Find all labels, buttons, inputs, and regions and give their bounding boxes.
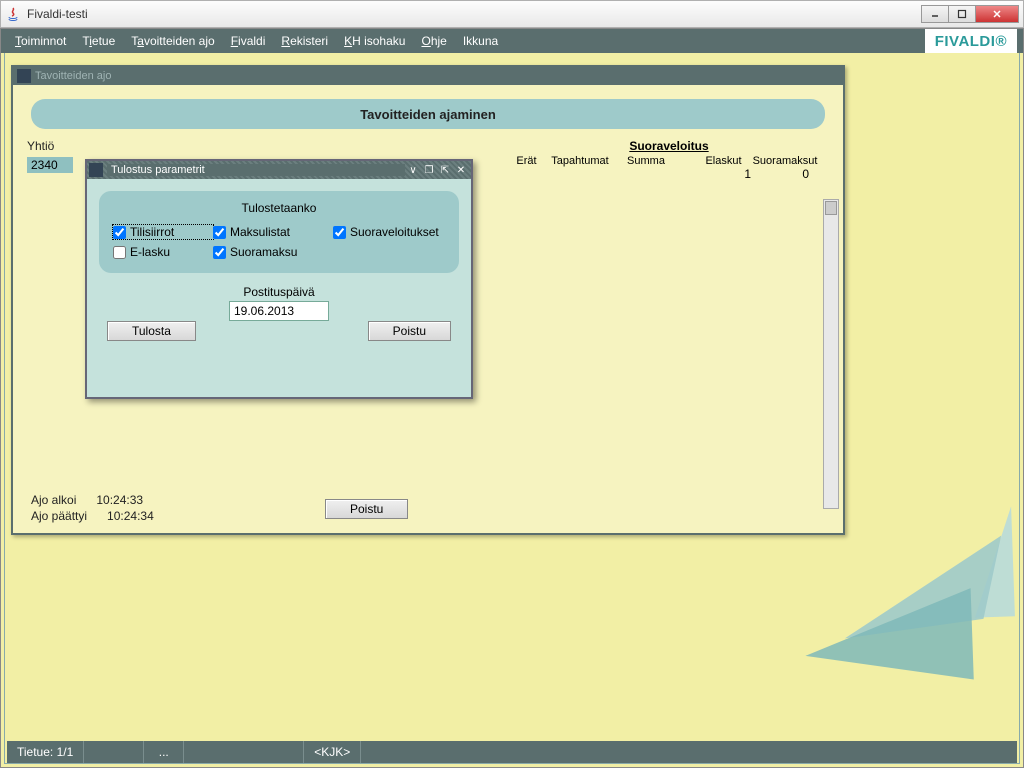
status-cell (361, 741, 1017, 763)
suoraveloitus-row: 1 0 (509, 167, 829, 181)
close-button[interactable] (975, 5, 1019, 23)
checkbox-tilisiirrot[interactable]: Tilisiirrot (113, 225, 213, 239)
minimize-button[interactable] (921, 5, 949, 23)
java-icon (5, 6, 21, 22)
mdi-titlebar[interactable]: Tavoitteiden ajo (13, 67, 843, 85)
dialog-close-icon[interactable]: ✕ (453, 163, 469, 177)
menu-ikkuna[interactable]: Ikkuna (455, 29, 506, 53)
checkbox-suoramaksu[interactable]: Suoramaksu (213, 245, 333, 259)
status-cell (84, 741, 144, 763)
mdi-title-text: Tavoitteiden ajo (35, 70, 111, 82)
status-tietue: Tietue: 1/1 (7, 741, 84, 763)
dialog-poistu-button[interactable]: Poistu (368, 321, 451, 341)
poistu-button[interactable]: Poistu (325, 499, 408, 519)
status-cell (184, 741, 304, 763)
window-title: Fivaldi-testi (27, 7, 922, 21)
suoraveloitus-title: Suoraveloitus (509, 139, 829, 153)
status-dots[interactable]: ... (144, 741, 184, 763)
dialog-title-text: Tulostus parametrit (107, 164, 405, 176)
menu-tietue[interactable]: Tietue (74, 29, 123, 53)
panel-title: Tulostetaanko (113, 201, 445, 215)
suoraveloitus-headers: Erät Tapahtumat Summa Elaskut Suoramaksu… (509, 155, 829, 167)
checkbox-suoraveloitukset[interactable]: Suoraveloitukset (333, 225, 463, 239)
window-controls (922, 5, 1019, 23)
dialog-restore-icon[interactable]: ⇱ (437, 163, 453, 177)
yhtio-label: Yhtiö (27, 139, 87, 153)
window-icon (89, 163, 103, 177)
tulosta-button[interactable]: Tulosta (107, 321, 196, 341)
checkbox-elasku[interactable]: E-lasku (113, 245, 213, 259)
page-header: Tavoitteiden ajaminen (31, 99, 825, 129)
statusbar: Tietue: 1/1 ... <KJK> (7, 741, 1017, 763)
menu-toiminnot[interactable]: Toiminnot (7, 29, 74, 53)
dialog-min-icon[interactable]: ∨ (405, 163, 421, 177)
menubar: Toiminnot Tietue Tavoitteiden ajo Fivald… (1, 29, 1023, 53)
run-times: Ajo alkoi10:24:33 Ajo päättyi10:24:34 (31, 491, 154, 523)
postituspaiva-label: Postituspäivä (87, 285, 471, 299)
yhtio-value[interactable]: 2340 (27, 157, 73, 173)
postituspaiva-input[interactable] (229, 301, 329, 321)
maximize-button[interactable] (948, 5, 976, 23)
app-frame: Toiminnot Tietue Tavoitteiden ajo Fivald… (0, 28, 1024, 768)
dialog-tulostus-parametrit: Tulostus parametrit ∨ ❐ ⇱ ✕ Tulostetaank… (85, 159, 473, 399)
menu-ohje[interactable]: Ohje (413, 29, 454, 53)
menu-rekisteri[interactable]: Rekisteri (273, 29, 336, 53)
dialog-titlebar[interactable]: Tulostus parametrit ∨ ❐ ⇱ ✕ (87, 161, 471, 179)
os-titlebar: Fivaldi-testi (0, 0, 1024, 28)
status-user: <KJK> (304, 741, 361, 763)
brand-logo: FIVALDI® (925, 29, 1017, 53)
dialog-panel: Tulostetaanko Tilisiirrot Maksulistat Su… (99, 191, 459, 273)
dialog-max-icon[interactable]: ❐ (421, 163, 437, 177)
menu-fivaldi[interactable]: Fivaldi (223, 29, 274, 53)
menu-tavoitteiden-ajo[interactable]: Tavoitteiden ajo (123, 29, 222, 53)
window-icon (17, 69, 31, 83)
menu-kh-isohaku[interactable]: KH isohaku (336, 29, 413, 53)
vertical-scrollbar[interactable] (823, 199, 839, 509)
checkbox-maksulistat[interactable]: Maksulistat (213, 225, 333, 239)
